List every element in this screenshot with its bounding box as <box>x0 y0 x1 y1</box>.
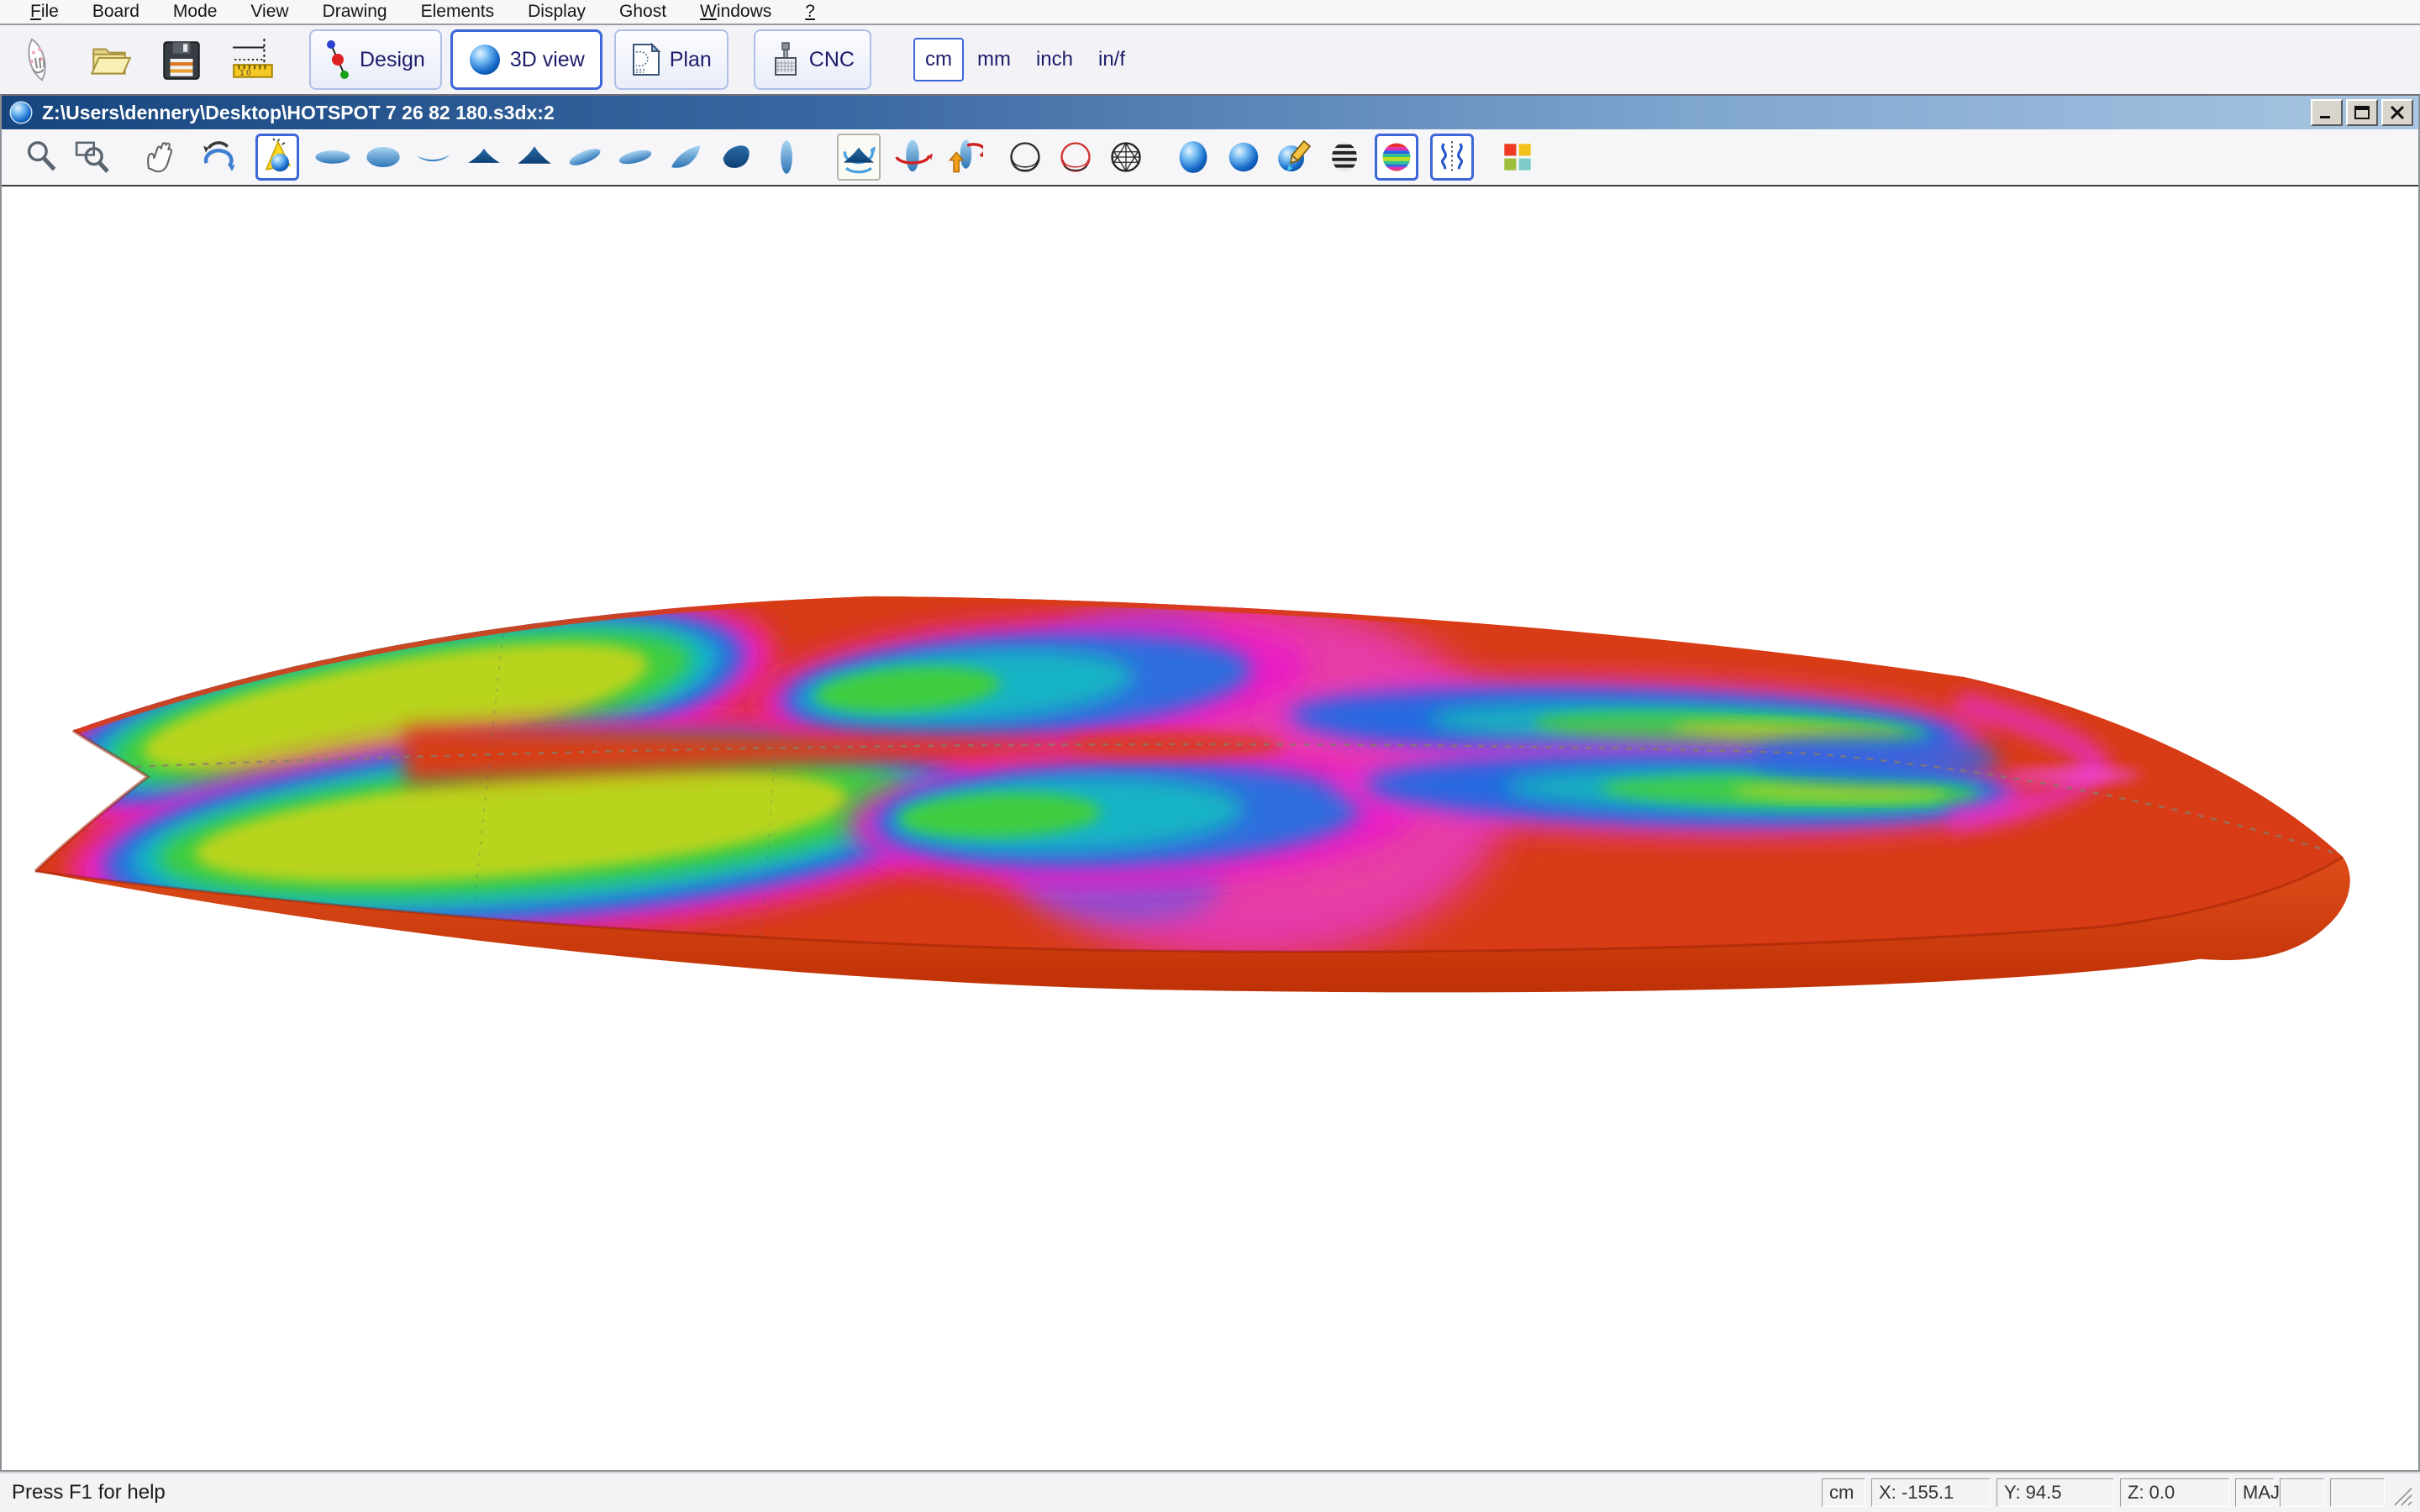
render-sphere-icon[interactable] <box>1171 134 1215 181</box>
menu-item-view[interactable]: View <box>234 2 305 22</box>
view-perspective-2-icon[interactable] <box>613 134 657 181</box>
unit-selector: cmmminchin/f <box>913 38 1137 81</box>
status-cells: cmX: -155.1Y: 94.5Z: 0.0MAJ <box>1816 1478 2385 1507</box>
menubar: FileBoardModeViewDrawingElementsDisplayG… <box>0 0 2420 24</box>
minimize-button[interactable] <box>2311 99 2343 126</box>
status-cell-x: X: -155.1 <box>1871 1478 1991 1507</box>
color-squares-icon[interactable] <box>1496 134 1539 181</box>
cnc-machine-icon <box>771 41 801 78</box>
view-crescent-icon[interactable] <box>412 134 455 181</box>
status-cell-cm: cm <box>1822 1478 1865 1507</box>
resize-grip[interactable] <box>2391 1478 2413 1507</box>
board-3d-viewport[interactable] <box>2 186 2418 1470</box>
wireframe-sphere-red-icon[interactable] <box>1054 134 1097 181</box>
view-perspective-3-icon[interactable] <box>664 134 708 181</box>
view-toolbar <box>2 129 2418 186</box>
zoom-icon[interactable] <box>20 134 64 181</box>
light-tool-icon[interactable] <box>255 134 299 181</box>
status-cell-y: Y: 94.5 <box>1996 1478 2114 1507</box>
rotate-3d-icon[interactable] <box>197 134 240 181</box>
design-label: Design <box>360 48 425 72</box>
cnc-label: CNC <box>809 48 855 72</box>
stripes-sphere-icon[interactable] <box>1323 134 1366 181</box>
view-side-icon[interactable] <box>765 134 808 181</box>
render-sphere-smooth-icon[interactable] <box>1222 134 1265 181</box>
plan-label: Plan <box>670 48 712 72</box>
view-bottom-icon[interactable] <box>361 134 405 181</box>
view-nose-icon[interactable] <box>462 134 506 181</box>
document-titlebar[interactable]: Z:\Users\dennery\Desktop\HOTSPOT 7 26 82… <box>2 96 2418 129</box>
menu-item-windows[interactable]: Windows <box>683 2 788 22</box>
pan-hand-icon[interactable] <box>139 134 183 181</box>
surfboard-render <box>2 186 2418 1470</box>
document-sphere-icon <box>8 100 34 125</box>
svg-text:1 0: 1 0 <box>239 69 250 77</box>
menu-item-mode[interactable]: Mode <box>156 2 234 22</box>
flow-lines-icon[interactable] <box>1430 134 1474 181</box>
menu-item-file[interactable]: File <box>13 2 76 22</box>
menu-item-display[interactable]: Display <box>511 2 602 22</box>
view-perspective-1-icon[interactable] <box>563 134 607 181</box>
plan-mode-button[interactable]: Plan <box>614 29 729 90</box>
statusbar: Press F1 for help cmX: -155.1Y: 94.5Z: 0… <box>0 1472 2420 1512</box>
view-perspective-4-icon[interactable] <box>714 134 758 181</box>
flip-board-icon[interactable] <box>941 134 985 181</box>
menu-item-?[interactable]: ? <box>788 2 832 22</box>
mesh-sphere-icon[interactable] <box>1104 134 1148 181</box>
save-icon[interactable] <box>156 33 207 87</box>
dimensions-icon[interactable]: 1 0 <box>229 33 279 87</box>
shape3d-application: FileBoardModeViewDrawingElementsDisplayG… <box>0 0 2420 1512</box>
status-cell-maj: MAJ <box>2235 1478 2274 1507</box>
curvature-map-icon[interactable] <box>1375 134 1418 181</box>
view3d-label: 3D view <box>510 48 585 72</box>
menu-item-elements[interactable]: Elements <box>404 2 512 22</box>
design-mode-button[interactable]: Design <box>309 29 442 90</box>
status-cell-empty-5 <box>2280 1478 2324 1507</box>
open-folder-icon[interactable] <box>84 33 134 87</box>
zoom-window-icon[interactable] <box>71 134 114 181</box>
close-button[interactable] <box>2381 99 2413 126</box>
menu-item-drawing[interactable]: Drawing <box>306 2 404 22</box>
render-annotate-icon[interactable] <box>1272 134 1316 181</box>
unit-cm[interactable]: cm <box>913 38 964 81</box>
maximize-button[interactable] <box>2346 99 2378 126</box>
unit-in-f[interactable]: in/f <box>1086 38 1137 81</box>
rotate-view-icon[interactable] <box>837 134 881 181</box>
status-cell-z: Z: 0.0 <box>2120 1478 2229 1507</box>
document-window: Z:\Users\dennery\Desktop\HOTSPOT 7 26 82… <box>0 94 2420 1472</box>
plan-sheet-icon <box>631 42 661 77</box>
menu-item-ghost[interactable]: Ghost <box>602 2 683 22</box>
unit-inch[interactable]: inch <box>1024 38 1085 81</box>
new-board-icon[interactable] <box>12 33 62 87</box>
status-cell-empty-6 <box>2330 1478 2385 1507</box>
sphere-3d-icon <box>468 43 502 76</box>
unit-mm[interactable]: mm <box>965 38 1023 81</box>
view-top-icon[interactable] <box>311 134 355 181</box>
wireframe-sphere-icon[interactable] <box>1003 134 1047 181</box>
rotate-board-axis-icon[interactable] <box>891 134 934 181</box>
view-tail-icon[interactable] <box>513 134 556 181</box>
menu-item-board[interactable]: Board <box>76 2 156 22</box>
view3d-mode-button[interactable]: 3D view <box>450 29 602 90</box>
design-nodes-icon <box>326 39 351 80</box>
main-toolbar: 1 0 Design 3D view Pl <box>0 24 2420 94</box>
status-help-text: Press F1 for help <box>12 1481 1816 1504</box>
cnc-mode-button[interactable]: CNC <box>754 29 871 90</box>
document-title: Z:\Users\dennery\Desktop\HOTSPOT 7 26 82… <box>42 102 2307 124</box>
